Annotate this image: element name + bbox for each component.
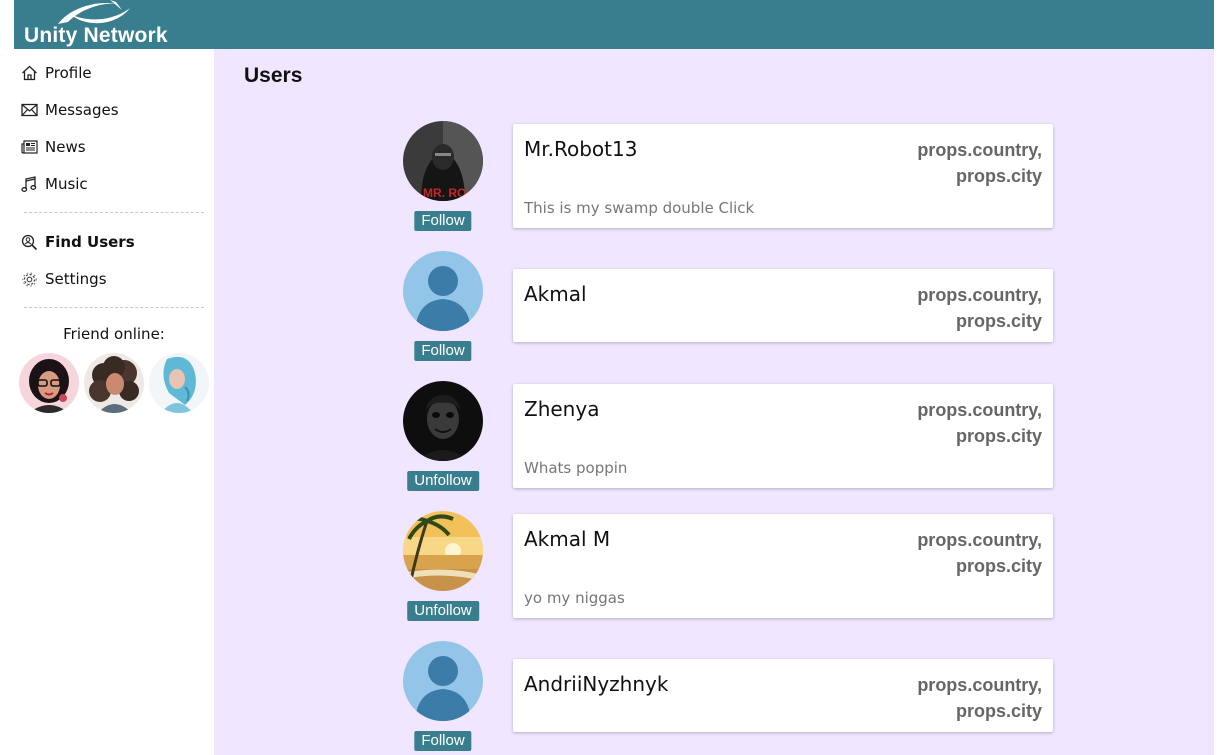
user-card: AndriiNyzhnyk props.country, props.city bbox=[513, 659, 1053, 732]
user-location: props.country, props.city bbox=[917, 527, 1042, 579]
newspaper-icon bbox=[21, 138, 41, 156]
user-name: Mr.Robot13 bbox=[524, 137, 638, 161]
user-card: Mr.Robot13 props.country, props.city Thi… bbox=[513, 124, 1053, 228]
user-name: AndriiNyzhnyk bbox=[524, 672, 669, 696]
page-title: Users bbox=[244, 64, 303, 87]
friend-avatar-curly-hair-image bbox=[84, 353, 144, 413]
default-avatar-image bbox=[403, 251, 483, 331]
sidebar-divider bbox=[24, 307, 204, 308]
logo[interactable]: Unity Network bbox=[14, 0, 194, 49]
user-country: props.country, bbox=[917, 675, 1042, 695]
sidebar-item-settings[interactable]: Settings bbox=[21, 267, 107, 291]
user-avatar[interactable] bbox=[403, 511, 483, 591]
user-name: Zhenya bbox=[524, 397, 600, 421]
friends-online-title: Friend online: bbox=[63, 325, 165, 343]
user-country: props.country, bbox=[917, 400, 1042, 420]
search-user-icon bbox=[21, 233, 41, 251]
sidebar-item-messages[interactable]: Messages bbox=[21, 98, 119, 122]
mr-robot-avatar-image: MR. RO bbox=[403, 121, 483, 201]
user-city: props.city bbox=[955, 426, 1042, 446]
joker-avatar-image bbox=[403, 381, 483, 461]
default-avatar-image bbox=[403, 641, 483, 721]
friend-avatar-blue-hair-image bbox=[149, 353, 209, 413]
sidebar-item-find-users[interactable]: Find Users bbox=[21, 230, 135, 254]
sidebar-item-label: News bbox=[45, 138, 86, 156]
user-country: props.country, bbox=[917, 140, 1042, 160]
sidebar-item-label: Music bbox=[45, 175, 88, 193]
unfollow-button[interactable]: Unfollow bbox=[407, 471, 479, 491]
svg-text:MR. RO: MR. RO bbox=[423, 186, 466, 200]
user-location: props.country, props.city bbox=[917, 397, 1042, 449]
follow-button[interactable]: Follow bbox=[414, 211, 472, 231]
sidebar-item-music[interactable]: Music bbox=[21, 172, 88, 196]
user-location: props.country, props.city bbox=[917, 282, 1042, 334]
gear-icon bbox=[21, 270, 41, 288]
home-icon bbox=[21, 64, 41, 82]
sidebar-divider bbox=[24, 212, 204, 213]
user-city: props.city bbox=[955, 701, 1042, 721]
unfollow-button[interactable]: Unfollow bbox=[407, 601, 479, 621]
user-name: Akmal bbox=[524, 282, 587, 306]
music-note-icon bbox=[21, 175, 41, 193]
user-country: props.country, bbox=[917, 285, 1042, 305]
main-content: Users MR. RO Follow Mr.Robot13 props.cou… bbox=[214, 49, 1214, 755]
user-card: Akmal props.country, props.city bbox=[513, 269, 1053, 342]
sidebar-item-label: Settings bbox=[45, 270, 107, 288]
user-status: This is my swamp double Click bbox=[524, 199, 755, 217]
user-card: Zhenya props.country, props.city Whats p… bbox=[513, 384, 1053, 488]
sidebar-item-profile[interactable]: Profile bbox=[21, 61, 92, 85]
sidebar: Profile Messages News Music Find Users S… bbox=[14, 49, 214, 755]
friend-avatar-glasses-image bbox=[19, 353, 79, 413]
user-location: props.country, props.city bbox=[917, 672, 1042, 724]
user-avatar[interactable] bbox=[403, 381, 483, 461]
friend-avatar[interactable] bbox=[84, 353, 144, 413]
friend-avatar[interactable] bbox=[149, 353, 209, 413]
user-card: Akmal M props.country, props.city yo my … bbox=[513, 514, 1053, 618]
sidebar-item-news[interactable]: News bbox=[21, 135, 86, 159]
follow-button[interactable]: Follow bbox=[414, 341, 472, 361]
app-header: Unity Network bbox=[14, 0, 1214, 49]
user-avatar[interactable] bbox=[403, 251, 483, 331]
user-status: Whats poppin bbox=[524, 459, 628, 477]
sidebar-item-label: Messages bbox=[45, 101, 119, 119]
user-location: props.country, props.city bbox=[917, 137, 1042, 189]
logo-text: Unity Network bbox=[24, 24, 168, 47]
sidebar-item-label: Profile bbox=[45, 64, 92, 82]
sidebar-item-label: Find Users bbox=[45, 233, 135, 251]
user-status: yo my niggas bbox=[524, 589, 625, 607]
user-country: props.country, bbox=[917, 530, 1042, 550]
user-avatar[interactable] bbox=[403, 641, 483, 721]
user-city: props.city bbox=[955, 311, 1042, 331]
follow-button[interactable]: Follow bbox=[414, 731, 472, 751]
user-city: props.city bbox=[955, 166, 1042, 186]
beach-sunset-avatar-image bbox=[403, 511, 483, 591]
friend-avatar[interactable] bbox=[19, 353, 79, 413]
user-avatar[interactable]: MR. RO bbox=[403, 121, 483, 201]
user-city: props.city bbox=[955, 556, 1042, 576]
user-name: Akmal M bbox=[524, 527, 611, 551]
envelope-icon bbox=[21, 101, 41, 119]
